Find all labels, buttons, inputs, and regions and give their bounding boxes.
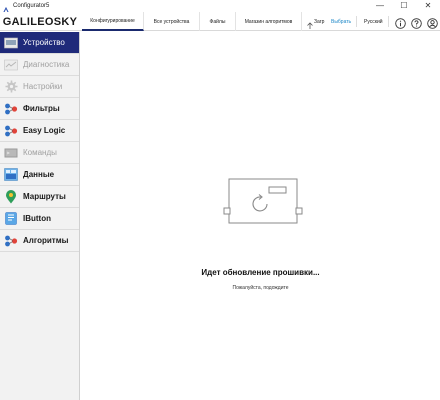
window-title: Configurator5	[13, 3, 50, 9]
commands-icon	[4, 146, 18, 160]
filters-icon	[4, 102, 18, 116]
main-content: Идет обновление прошивки... Пожалуйста, …	[81, 32, 440, 400]
update-status-title: Идет обновление прошивки...	[201, 268, 320, 277]
sidebar-item-commands[interactable]: Команды	[0, 142, 79, 164]
user-icon[interactable]	[427, 16, 438, 29]
window-controls: — ☐ ✕	[368, 0, 440, 12]
sidebar-item-algorithms[interactable]: Алгоритмы	[0, 230, 79, 252]
upload-label[interactable]: Загр	[314, 12, 324, 31]
language-select[interactable]: Русский	[364, 12, 383, 31]
logo: GALILEOSKY	[0, 12, 80, 31]
sidebar-item-label: Маршруты	[23, 192, 66, 201]
tab-bar: Конфигурирование Все устройства Файлы Ма…	[82, 12, 302, 31]
sidebar-item-device[interactable]: Устройство	[0, 32, 79, 54]
app-icon	[2, 2, 10, 15]
choose-file-link[interactable]: Выбрать	[331, 12, 351, 31]
device-icon	[4, 36, 18, 50]
tab-label: Файлы	[209, 18, 226, 25]
upload-icon[interactable]	[306, 17, 314, 29]
easy-logic-icon	[4, 124, 18, 138]
tab-files[interactable]: Файлы	[200, 12, 236, 31]
diagnostics-icon	[4, 58, 18, 72]
sidebar-item-label: IButton	[23, 214, 51, 223]
sidebar: Устройство Диагностика Настройки Фильтры…	[0, 32, 80, 400]
data-icon	[4, 168, 18, 182]
sidebar-item-label: Easy Logic	[23, 126, 66, 135]
logo-text: GALILEOSKY	[2, 15, 78, 28]
tab-algorithm-store[interactable]: Магазин алгоритмов	[236, 12, 302, 31]
sidebar-item-label: Диагностика	[23, 60, 70, 69]
tab-label: Магазин алгоритмов	[244, 18, 293, 25]
app-header: GALILEOSKY Конфигурирование Все устройст…	[0, 12, 440, 31]
sidebar-item-label: Настройки	[23, 82, 63, 91]
tab-configuration[interactable]: Конфигурирование	[82, 12, 144, 31]
sidebar-item-label: Фильтры	[23, 104, 60, 113]
tab-label: Все устройства	[153, 18, 190, 25]
title-bar: Configurator5 — ☐ ✕	[0, 0, 440, 15]
minimize-button[interactable]: —	[368, 0, 392, 12]
firmware-update-icon	[221, 178, 305, 258]
tab-all-devices[interactable]: Все устройства	[144, 12, 200, 31]
divider	[356, 16, 357, 27]
sidebar-item-label: Команды	[23, 148, 57, 157]
settings-gear-icon	[4, 80, 18, 94]
sidebar-item-settings[interactable]: Настройки	[0, 76, 79, 98]
sidebar-item-filters[interactable]: Фильтры	[0, 98, 79, 120]
sidebar-item-ibutton[interactable]: IButton	[0, 208, 79, 230]
update-status-subtitle: Пожалуйста, подождите	[232, 285, 289, 291]
sidebar-item-label: Данные	[23, 170, 55, 179]
divider	[388, 16, 389, 27]
routes-pin-icon	[4, 189, 18, 204]
sidebar-item-easy-logic[interactable]: Easy Logic	[0, 120, 79, 142]
sidebar-item-routes[interactable]: Маршруты	[0, 186, 79, 208]
sidebar-item-diagnostics[interactable]: Диагностика	[0, 54, 79, 76]
maximize-button[interactable]: ☐	[392, 0, 416, 12]
help-icon[interactable]	[411, 16, 422, 29]
sidebar-item-label: Алгоритмы	[23, 236, 69, 245]
info-icon[interactable]	[395, 16, 406, 29]
algorithms-icon	[4, 234, 18, 248]
sidebar-item-data[interactable]: Данные	[0, 164, 79, 186]
ibutton-icon	[4, 212, 18, 226]
tab-label: Конфигурирование	[90, 17, 135, 24]
close-button[interactable]: ✕	[416, 0, 440, 12]
sidebar-item-label: Устройство	[23, 38, 65, 47]
